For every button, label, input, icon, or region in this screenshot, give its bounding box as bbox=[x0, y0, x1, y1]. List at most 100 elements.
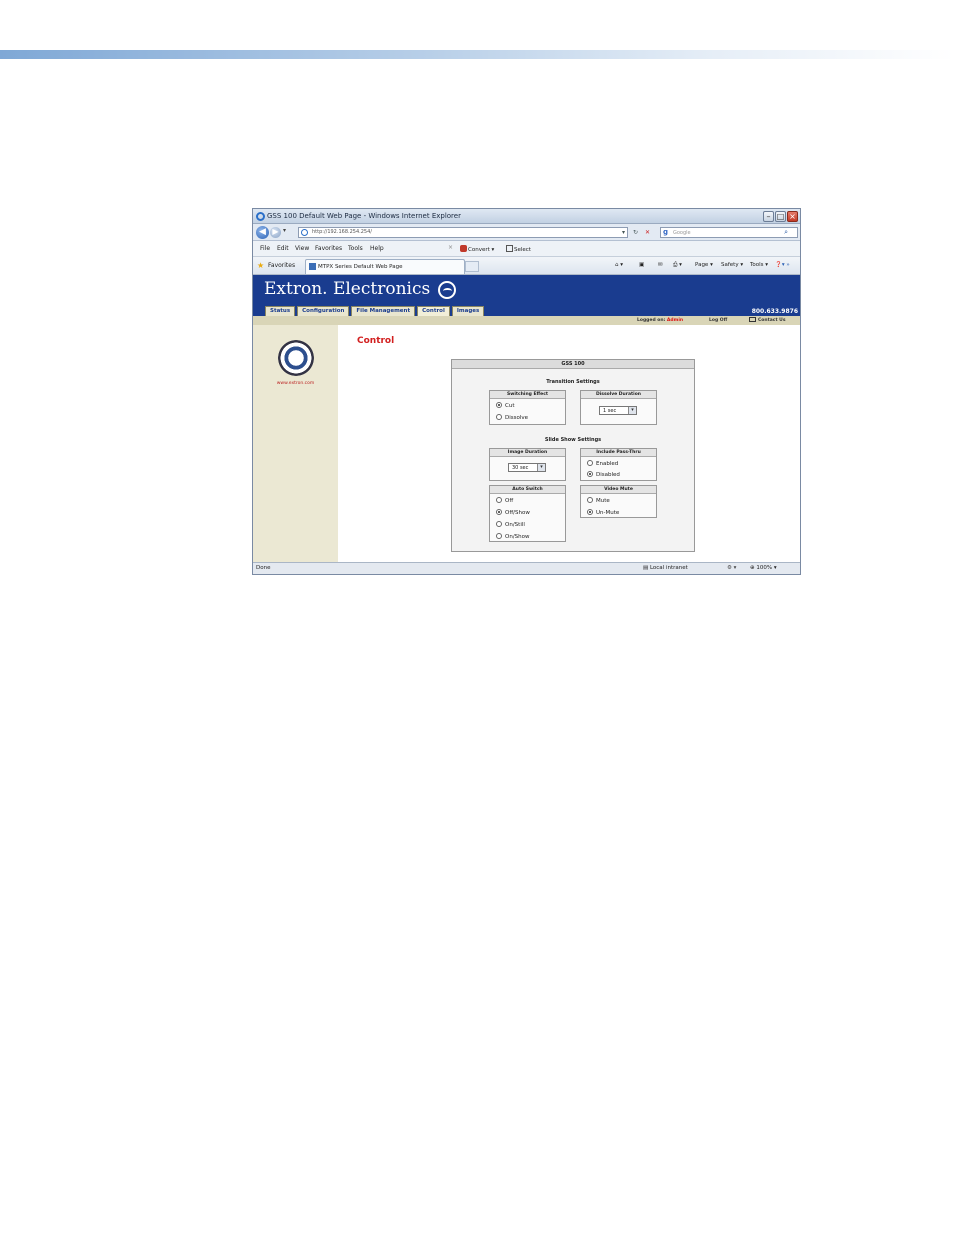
radio-off-show[interactable]: Off/Show bbox=[496, 509, 530, 516]
google-logo-icon: g bbox=[663, 228, 669, 236]
radio-on-show-label: On/Show bbox=[505, 534, 530, 540]
page-menu[interactable]: Page ▾ bbox=[695, 262, 713, 268]
radio-on-still-label: On/Still bbox=[505, 522, 525, 528]
tab-images[interactable]: Images bbox=[451, 306, 485, 316]
image-duration-select[interactable]: 30 sec ▾ bbox=[508, 463, 546, 472]
radio-enabled-label: Enabled bbox=[596, 461, 619, 467]
tools-menu-label: Tools bbox=[750, 262, 764, 268]
menu-file[interactable]: File bbox=[260, 245, 270, 252]
page-menu-label: Page bbox=[695, 262, 709, 268]
dissolve-duration-value: 1 sec bbox=[603, 408, 617, 414]
radio-on-still[interactable]: On/Still bbox=[496, 521, 525, 528]
contact-us-link[interactable]: Contact Us bbox=[749, 317, 786, 323]
back-button[interactable]: ◀ bbox=[256, 226, 269, 239]
home-icon[interactable]: ⌂ ▾ bbox=[615, 262, 623, 268]
image-duration-value: 30 sec bbox=[512, 465, 529, 471]
minimize-button[interactable]: – bbox=[763, 211, 774, 222]
forward-button[interactable]: ▶ bbox=[270, 227, 281, 238]
radio-enabled-icon bbox=[587, 460, 593, 466]
logged-on-label: Logged on: bbox=[637, 318, 666, 323]
select-button[interactable]: Select bbox=[506, 245, 531, 253]
control-panel: GSS 100 Transition Settings Switching Ef… bbox=[451, 359, 695, 552]
menu-help[interactable]: Help bbox=[370, 245, 384, 252]
toolbar-close-icon[interactable]: × bbox=[448, 244, 453, 251]
video-mute-group: Video Mute Mute Un-Mute bbox=[580, 485, 657, 518]
chevron-down-icon: ▾ bbox=[628, 407, 636, 414]
safety-menu[interactable]: Safety ▾ bbox=[721, 262, 743, 268]
search-input[interactable]: g Google ⌕ bbox=[660, 227, 798, 238]
page-viewport: Extron. Electronics Status Configuration… bbox=[253, 275, 800, 562]
tab-file-management[interactable]: File Management bbox=[351, 306, 416, 316]
print-icon[interactable]: ⎙ ▾ bbox=[673, 262, 682, 269]
address-bar: ◀ ▶ ▾ http://192.168.254.254/ ▾ ↻ ✕ g Go… bbox=[253, 224, 800, 241]
radio-on-show-icon bbox=[496, 533, 502, 539]
menu-view[interactable]: View bbox=[295, 245, 309, 252]
image-duration-group: Image Duration 30 sec ▾ bbox=[489, 448, 566, 481]
auto-switch-group: Auto Switch Off Off/Show On/Still On/Sho… bbox=[489, 485, 566, 542]
favorites-bar: ★ Favorites MTPX Series Default Web Page… bbox=[253, 257, 800, 275]
zoom-control[interactable]: ⊕ 100% ▾ bbox=[750, 565, 777, 571]
contact-us-label: Contact Us bbox=[758, 318, 786, 323]
radio-disabled[interactable]: Disabled bbox=[587, 471, 620, 478]
dissolve-duration-select[interactable]: 1 sec ▾ bbox=[599, 406, 637, 415]
extron-site-link[interactable]: www.extron.com bbox=[253, 381, 338, 386]
address-input[interactable]: http://192.168.254.254/ bbox=[298, 227, 628, 238]
radio-off[interactable]: Off bbox=[496, 497, 513, 504]
panel-title: GSS 100 bbox=[452, 360, 694, 369]
menu-tools[interactable]: Tools bbox=[348, 245, 363, 252]
ie-logo-icon bbox=[256, 212, 265, 221]
radio-mute[interactable]: Mute bbox=[587, 497, 610, 504]
tab-configuration[interactable]: Configuration bbox=[297, 306, 350, 316]
safety-menu-label: Safety bbox=[721, 262, 739, 268]
help-icon[interactable]: ❓▾ » bbox=[775, 262, 790, 268]
protected-mode-icon[interactable]: ⚙ ▾ bbox=[727, 565, 736, 571]
radio-enabled[interactable]: Enabled bbox=[587, 460, 618, 467]
video-mute-label: Video Mute bbox=[581, 486, 656, 494]
auto-switch-label: Auto Switch bbox=[490, 486, 565, 494]
switching-effect-group: Switching Effect Cut Dissolve bbox=[489, 390, 566, 425]
search-placeholder: Google bbox=[673, 230, 691, 236]
switching-effect-label: Switching Effect bbox=[490, 391, 565, 399]
convert-button[interactable]: Convert ▾ bbox=[460, 245, 494, 253]
menu-edit[interactable]: Edit bbox=[277, 245, 289, 252]
logged-on-user: Admin bbox=[666, 318, 684, 323]
radio-cut-label: Cut bbox=[505, 403, 515, 409]
tools-menu[interactable]: Tools ▾ bbox=[750, 262, 768, 268]
radio-un-mute[interactable]: Un-Mute bbox=[587, 509, 619, 516]
search-icon[interactable]: ⌕ bbox=[784, 228, 788, 237]
radio-cut[interactable]: Cut bbox=[496, 402, 514, 409]
brand-logo: Extron. Electronics bbox=[264, 279, 431, 299]
dissolve-duration-group: Dissolve Duration 1 sec ▾ bbox=[580, 390, 657, 425]
tab-control[interactable]: Control bbox=[417, 306, 450, 316]
tab-status[interactable]: Status bbox=[265, 306, 296, 316]
address-dropdown-icon[interactable]: ▾ bbox=[619, 228, 628, 237]
log-off-link[interactable]: Log Off bbox=[709, 318, 727, 323]
stop-icon[interactable]: ✕ bbox=[643, 228, 652, 237]
radio-dissolve-label: Dissolve bbox=[505, 415, 529, 421]
favorites-star-icon[interactable]: ★ bbox=[257, 261, 264, 270]
radio-off-label: Off bbox=[505, 498, 514, 504]
status-text: Done bbox=[256, 565, 271, 571]
maximize-button[interactable]: □ bbox=[775, 211, 786, 222]
mail-icon[interactable]: ✉ bbox=[658, 262, 663, 268]
new-tab-button[interactable] bbox=[465, 261, 479, 272]
radio-dissolve[interactable]: Dissolve bbox=[496, 414, 528, 421]
radio-dissolve-icon bbox=[496, 414, 502, 420]
security-zone: ▤ Local intranet bbox=[643, 565, 688, 571]
favorites-label[interactable]: Favorites bbox=[268, 262, 295, 269]
brand-globe-icon bbox=[438, 281, 456, 299]
radio-on-show[interactable]: On/Show bbox=[496, 533, 530, 540]
refresh-icon[interactable]: ↻ bbox=[631, 228, 640, 237]
history-dropdown-icon[interactable]: ▾ bbox=[283, 227, 286, 234]
envelope-icon bbox=[749, 317, 756, 322]
close-button[interactable]: × bbox=[787, 211, 798, 222]
menu-favorites[interactable]: Favorites bbox=[315, 245, 342, 252]
zoom-label: 100% bbox=[756, 565, 773, 571]
feeds-icon[interactable]: ▣ bbox=[639, 262, 644, 268]
status-bar: Done ▤ Local intranet ⚙ ▾ ⊕ 100% ▾ bbox=[253, 562, 800, 574]
tab-title: MTPX Series Default Web Page bbox=[318, 264, 403, 270]
browser-tab[interactable]: MTPX Series Default Web Page bbox=[305, 259, 465, 274]
title-bar: GSS 100 Default Web Page - Windows Inter… bbox=[253, 209, 800, 224]
radio-cut-icon bbox=[496, 402, 502, 408]
include-pass-thru-label: Include Pass-Thru bbox=[581, 449, 656, 457]
